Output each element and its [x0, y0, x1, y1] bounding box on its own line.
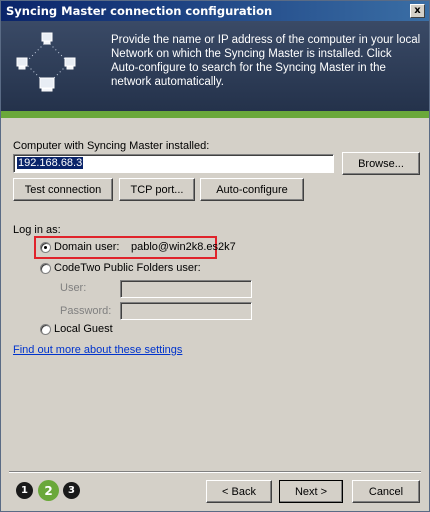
test-connection-button[interactable]: Test connection	[13, 178, 113, 201]
local-guest-radio[interactable]	[40, 324, 51, 335]
browse-button[interactable]: Browse...	[342, 152, 420, 175]
domain-user-value: pablo@win2k8.es2k7	[131, 241, 236, 253]
back-button[interactable]: < Back	[206, 480, 272, 503]
login-label: Log in as:	[13, 224, 61, 236]
step-2-indicator: 2	[38, 480, 59, 501]
computer-label: Computer with Syncing Master installed:	[13, 140, 210, 152]
cancel-button[interactable]: Cancel	[352, 480, 420, 503]
step-3-indicator: 3	[63, 482, 80, 499]
computer-address-input[interactable]: 192.168.68.3	[13, 154, 334, 173]
step-1-indicator: 1	[16, 482, 33, 499]
user-input[interactable]	[120, 280, 252, 298]
accent-bar	[1, 111, 429, 118]
title-bar: Syncing Master connection configuration …	[1, 1, 429, 21]
password-input[interactable]	[120, 302, 252, 320]
auto-configure-button[interactable]: Auto-configure	[200, 178, 304, 201]
settings-help-link[interactable]: Find out more about these settings	[13, 344, 182, 356]
domain-user-radio[interactable]	[40, 242, 51, 253]
banner-description: Provide the name or IP address of the co…	[111, 34, 421, 88]
close-button[interactable]: x	[410, 4, 425, 18]
tcp-port-button[interactable]: TCP port...	[119, 178, 195, 201]
local-guest-label: Local Guest	[54, 323, 113, 335]
network-computers-icon	[16, 32, 76, 92]
window-title: Syncing Master connection configuration	[6, 4, 273, 18]
codetwo-user-label: CodeTwo Public Folders user:	[54, 262, 201, 274]
next-button[interactable]: Next >	[279, 480, 343, 503]
password-label: Password:	[60, 305, 112, 317]
computer-address-value: 192.168.68.3	[17, 157, 84, 169]
footer-separator	[9, 471, 421, 473]
domain-user-label: Domain user:	[54, 241, 120, 253]
dialog-window: Syncing Master connection configuration …	[0, 0, 430, 512]
codetwo-user-radio[interactable]	[40, 263, 51, 274]
user-label: User:	[60, 282, 87, 294]
header-banner: Provide the name or IP address of the co…	[1, 21, 429, 111]
